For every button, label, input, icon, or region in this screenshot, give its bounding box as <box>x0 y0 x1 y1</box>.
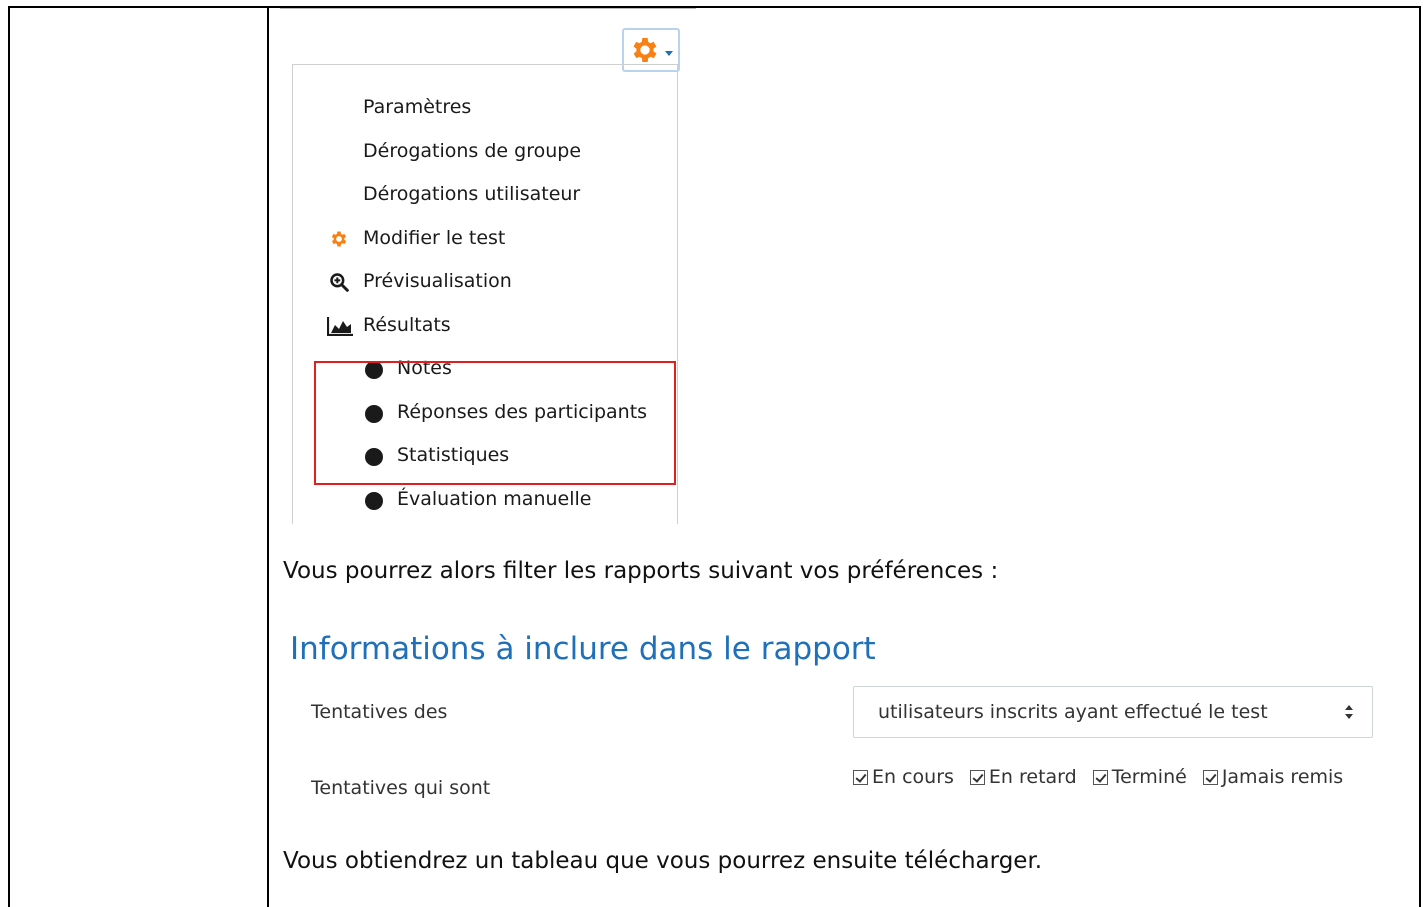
checkbox-label: Jamais remis <box>1221 766 1344 788</box>
menu-item-results[interactable]: Résultats <box>293 306 677 346</box>
menu-item-label: Réponses des participants <box>397 401 648 423</box>
checkbox-label: En retard <box>988 766 1077 788</box>
checkbox-in-progress[interactable]: En cours <box>853 766 954 788</box>
checkbox-overdue[interactable]: En retard <box>969 766 1077 788</box>
menu-item-manual-grading[interactable]: Évaluation manuelle <box>293 480 677 520</box>
checkbox-checked-icon <box>969 769 985 785</box>
checkbox-checked-icon <box>853 769 868 785</box>
table-border-top <box>8 6 1421 8</box>
table-column-divider <box>267 6 269 907</box>
chevron-down-icon <box>665 50 673 56</box>
attempts-from-value: utilisateurs inscrits ayant effectué le … <box>878 701 1268 723</box>
menu-item-responses[interactable]: Réponses des participants <box>293 393 677 433</box>
menu-item-label: Dérogations utilisateur <box>363 183 581 205</box>
menu-item-label: Statistiques <box>397 444 510 466</box>
menu-item-grades[interactable]: Notes <box>293 349 677 389</box>
bullet-icon <box>365 448 383 466</box>
bullet-icon <box>365 361 383 379</box>
table-border-left <box>8 6 10 907</box>
menu-item-label: Modifier le test <box>363 227 506 249</box>
instruction-paragraph-2: Vous obtiendrez un tableau que vous pour… <box>283 848 1043 874</box>
bullet-icon <box>365 405 383 423</box>
dropdown-menu: Paramètres Dérogations de groupe Dérogat… <box>292 64 678 524</box>
attempt-state-checkboxes: En cours En retard Terminé Jamais remis <box>853 766 1343 788</box>
menu-item-label: Évaluation manuelle <box>397 488 592 510</box>
section-heading: Informations à inclure dans le rapport <box>290 631 876 667</box>
attempts-from-label: Tentatives des <box>311 701 448 723</box>
screenshot-top-edge <box>280 8 696 9</box>
gear-icon <box>331 231 347 247</box>
checkbox-label: En cours <box>872 766 954 788</box>
table-border-right <box>1419 6 1421 907</box>
checkbox-label: Terminé <box>1111 766 1187 788</box>
bullet-icon <box>365 492 383 510</box>
menu-item-edit-quiz[interactable]: Modifier le test <box>293 219 677 259</box>
menu-item-statistics[interactable]: Statistiques <box>293 436 677 476</box>
instruction-paragraph-1: Vous pourrez alors filter les rapports s… <box>283 558 999 584</box>
area-chart-icon <box>327 317 353 336</box>
checkbox-finished[interactable]: Terminé <box>1092 766 1187 788</box>
report-options-screenshot: Informations à inclure dans le rapport T… <box>280 615 1390 815</box>
menu-item-preview[interactable]: Prévisualisation <box>293 262 677 302</box>
menu-item-label: Paramètres <box>363 96 472 118</box>
checkbox-never-submitted[interactable]: Jamais remis <box>1202 766 1344 788</box>
menu-item-label: Notes <box>397 357 452 379</box>
checkbox-checked-icon <box>1202 769 1218 785</box>
menu-item-label: Résultats <box>363 314 451 336</box>
action-menu-screenshot: Paramètres Dérogations de groupe Dérogat… <box>280 8 700 524</box>
zoom-in-icon <box>330 273 349 292</box>
menu-item-label: Dérogations de groupe <box>363 140 582 162</box>
attempts-state-label: Tentatives qui sont <box>311 777 491 799</box>
checkbox-checked-icon <box>1092 769 1108 785</box>
menu-item-parametres[interactable]: Paramètres <box>293 88 677 128</box>
menu-item-user-overrides[interactable]: Dérogations utilisateur <box>293 175 677 215</box>
select-arrows-icon <box>1345 705 1353 719</box>
menu-item-group-overrides[interactable]: Dérogations de groupe <box>293 132 677 172</box>
menu-item-label: Prévisualisation <box>363 270 512 292</box>
attempts-from-select[interactable]: utilisateurs inscrits ayant effectué le … <box>853 686 1373 738</box>
gear-icon <box>633 38 657 62</box>
